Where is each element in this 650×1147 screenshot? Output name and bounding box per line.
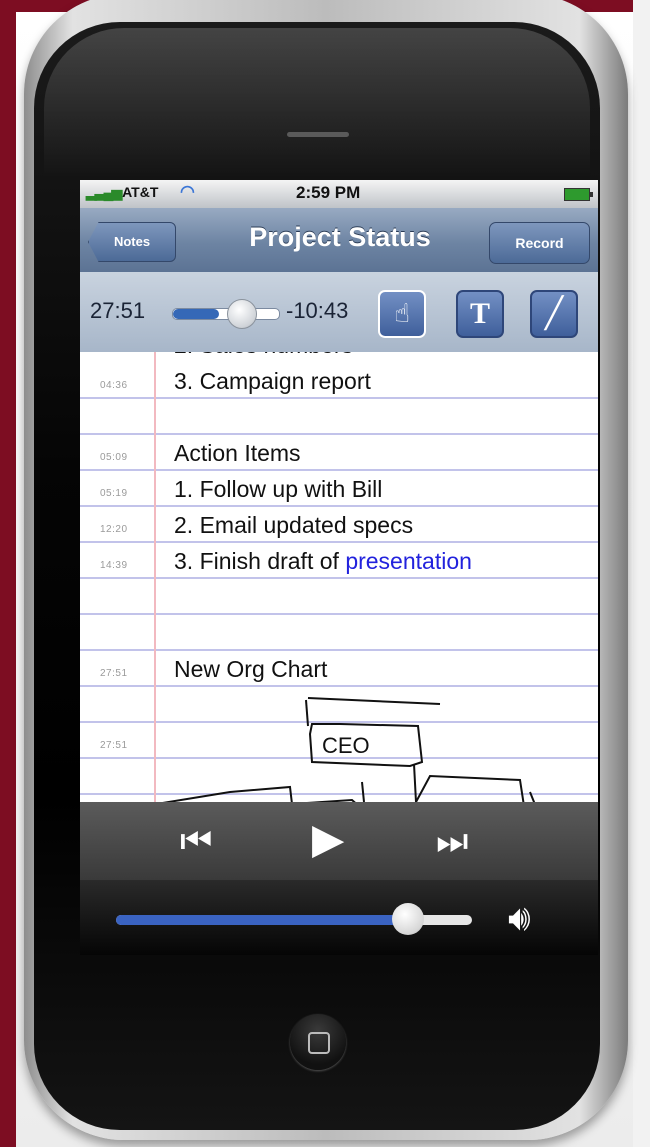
scrub-slider-fill [173,309,219,319]
volume-slider-thumb[interactable] [391,903,424,935]
sketch-branch-right [413,763,525,802]
scrub-slider-thumb[interactable] [227,299,257,329]
next-track-icon[interactable]: ⏭ [436,820,468,863]
playback-controls: ⏮ ▶ ⏭ [80,802,598,880]
sketch-top-line [307,697,441,705]
notes-page[interactable]: 04:372. Sales numbers04:363. Campaign re… [80,352,598,802]
text-tool-icon[interactable]: T [456,290,504,338]
speaker-volume-icon: 🔊︎ [508,897,531,938]
clock: 2:59 PM [296,183,361,202]
remaining-time: -10:43 [286,298,349,323]
org-chart-sketch[interactable]: CEO [80,352,598,802]
phone-screen: ▂▃▄▅ AT&T ◠ 2:59 PM Notes Project Status… [80,180,598,955]
line-tool-icon[interactable]: ╱ [530,290,578,338]
volume-slider-fill [116,915,408,925]
navigation-bar: Notes Project Status Record [80,208,598,273]
background-left-edge [0,0,16,1147]
earpiece-speaker [287,132,349,137]
sketch-branch-left [162,785,356,802]
previous-track-icon[interactable]: ⏮ [180,820,212,863]
volume-bar: 🔊︎ [80,880,598,955]
elapsed-time: 27:51 [90,298,146,323]
home-button[interactable] [290,1014,346,1070]
status-bar: ▂▃▄▅ AT&T ◠ 2:59 PM [80,180,598,208]
sketch-branch-mid [361,781,365,802]
sketch-right-box [305,699,309,727]
hand-tool-icon[interactable]: ☝ [378,290,426,338]
scrub-slider[interactable] [172,299,280,329]
volume-slider[interactable] [116,903,472,935]
record-button[interactable]: Record [489,222,590,264]
signal-icon: ▂▃▄▅ [86,184,123,200]
playback-toolbar: 27:51 -10:43 ☝ T ╱ [80,272,598,352]
wifi-icon: ◠ [180,182,195,201]
carrier-label: ▂▃▄▅ AT&T [86,184,159,200]
page-title: Project Status [249,222,431,252]
play-icon[interactable]: ▶ [312,814,344,863]
sketch-ceo-label: CEO [322,733,370,758]
sketch-stub [529,791,536,802]
background-right-edge [633,0,650,1147]
home-square-icon [308,1032,330,1054]
battery-icon [564,188,593,201]
phone-glare [44,28,590,178]
back-button[interactable]: Notes [88,222,176,262]
